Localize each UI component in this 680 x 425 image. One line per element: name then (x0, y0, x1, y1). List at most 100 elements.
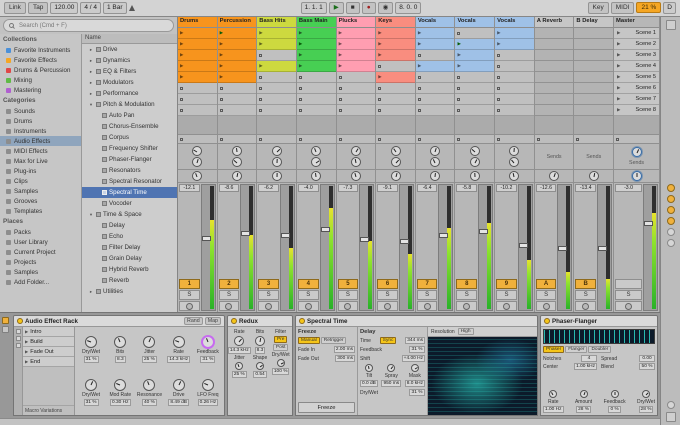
arm-button[interactable] (416, 301, 438, 311)
browser-file-utilities[interactable]: ▸ Utilities (82, 286, 177, 297)
show-track-delay-toggle[interactable] (666, 228, 675, 236)
sidebar-item-samples[interactable]: Samples (0, 186, 81, 196)
send-a-knob[interactable] (192, 145, 203, 156)
arm-button[interactable] (456, 301, 478, 311)
browser-file-performance[interactable]: ▸ Performance (82, 88, 177, 99)
browser-file-dynamics[interactable]: ▸ Dynamics (82, 55, 177, 66)
scene-slot[interactable]: ▶ Scene 4 (614, 61, 660, 72)
clip-launch-icon[interactable]: ▶ (378, 41, 381, 47)
clip-slot[interactable]: ▶ (495, 28, 534, 39)
volume-fader[interactable] (597, 184, 613, 311)
sidebar-item-drums-percussion[interactable]: Drums & Percussion (0, 65, 81, 75)
tilt-value[interactable]: 0.0 dB (360, 380, 378, 387)
sidebar-item-grooves[interactable]: Grooves (0, 196, 81, 206)
fade-out-value[interactable]: 300 ms (335, 355, 355, 362)
track-header[interactable]: Percussion (217, 17, 257, 28)
browser-file-eq-filters[interactable]: ▸ EQ & Filters (82, 66, 177, 77)
empty-clip-slot[interactable] (495, 83, 534, 94)
sidebar-item-add-folder[interactable]: Add Folder... (0, 277, 81, 287)
tap-tempo-button[interactable]: Tap (27, 2, 49, 14)
device-title-bar[interactable]: Phaser-Flanger (541, 316, 657, 327)
pan-knob[interactable] (509, 171, 520, 181)
clip-launch-icon[interactable]: ▶ (220, 30, 223, 36)
track-activator[interactable]: 2 (218, 279, 240, 289)
filter-pre-button[interactable]: Pre (273, 336, 288, 343)
pan-knob[interactable] (390, 171, 401, 181)
empty-clip-slot[interactable] (455, 28, 495, 39)
track-activator[interactable]: 4 (297, 279, 319, 289)
browser-file-spectral-resonator[interactable]: Spectral Resonator (82, 176, 177, 187)
macro-variations-header[interactable]: Macro Variations (23, 405, 74, 415)
clip-launch-icon[interactable]: ▶ (259, 63, 262, 69)
track-header[interactable]: Bass Main (296, 17, 336, 28)
scene-launch-icon[interactable]: ▶ (617, 74, 620, 80)
browser-file-auto-pan[interactable]: Auto Pan (82, 110, 177, 121)
empty-clip-slot[interactable] (376, 61, 415, 72)
track-header[interactable]: A Reverb (534, 17, 574, 28)
rack-chain-end[interactable]: ▶ End (23, 357, 74, 367)
browser-show-hide-toggle[interactable] (665, 412, 676, 422)
clip-launch-icon[interactable]: ▶ (220, 74, 223, 80)
arm-button[interactable] (179, 301, 200, 311)
sidebar-item-drums[interactable]: Drums (0, 116, 81, 126)
show-returns-toggle[interactable] (666, 206, 675, 214)
shape-value[interactable]: 0.54 (253, 371, 267, 378)
clip-slot[interactable]: ▶ (217, 50, 257, 61)
device-on-toggle[interactable] (17, 318, 23, 324)
volume-fader[interactable] (279, 184, 295, 311)
feedback-knob[interactable] (610, 390, 619, 398)
empty-clip-slot[interactable] (257, 50, 296, 61)
clip-launch-icon[interactable]: ▶ (299, 30, 302, 36)
clip-slot[interactable]: ▶ (178, 72, 217, 83)
key-map-button[interactable]: Key (587, 2, 609, 14)
stop-clips-button[interactable] (178, 135, 217, 144)
send-b-knob[interactable] (271, 157, 282, 168)
freeze-manual-button[interactable]: Manual (298, 337, 320, 344)
sidebar-item-clips[interactable]: Clips (0, 176, 81, 186)
chain-play-icon[interactable]: ▶ (25, 339, 28, 344)
track-activator[interactable]: B (575, 279, 597, 289)
macro-knob[interactable] (201, 336, 214, 349)
macro-knob[interactable] (85, 378, 98, 391)
scene-slot[interactable]: ▶ Scene 1 (614, 28, 660, 39)
clip-launch-icon[interactable]: ▶ (180, 41, 183, 47)
clip-launch-icon[interactable]: ▶ (180, 52, 183, 58)
device-title-bar[interactable]: Redux (228, 316, 292, 327)
empty-clip-slot[interactable] (178, 105, 217, 116)
browser-file-phaser-flanger[interactable]: Phaser-Flanger (82, 154, 177, 165)
send-b-knob[interactable] (430, 157, 441, 168)
empty-clip-slot[interactable] (455, 83, 495, 94)
empty-clip-slot[interactable] (534, 61, 574, 72)
volume-fader[interactable] (200, 184, 216, 311)
browser-file-spectral-time[interactable]: Spectral Time (82, 187, 177, 198)
clip-slot[interactable]: ▶ (178, 50, 217, 61)
play-button[interactable]: ▶ (328, 2, 344, 14)
macro-knob[interactable] (114, 336, 127, 349)
send-a-knob[interactable] (271, 145, 282, 156)
macro-knob[interactable] (114, 378, 127, 391)
volume-fader[interactable] (557, 184, 573, 311)
send-b-knob[interactable] (509, 157, 520, 168)
clip-slot[interactable]: ▶ (178, 61, 217, 72)
pan-knob[interactable] (311, 171, 322, 181)
empty-clip-slot[interactable] (296, 105, 336, 116)
device-on-toggle[interactable] (299, 318, 305, 324)
empty-clip-slot[interactable] (415, 72, 455, 83)
master-track-header[interactable]: Master (614, 17, 660, 28)
fader-handle[interactable] (280, 233, 290, 238)
empty-clip-slot[interactable] (495, 72, 534, 83)
clip-launch-icon[interactable]: ▶ (339, 30, 342, 36)
clip-launch-icon[interactable]: ▶ (339, 63, 342, 69)
rack-chain-intro[interactable]: ▶ Intro (23, 327, 74, 337)
solo-button[interactable]: S (179, 290, 200, 300)
solo-button[interactable]: S (258, 290, 279, 300)
fader-handle[interactable] (518, 243, 528, 248)
browser-list-header[interactable]: Name (82, 34, 177, 44)
clip-launch-icon[interactable]: ▶ (339, 52, 342, 58)
track-header[interactable]: Vocals (455, 17, 495, 28)
volume-fader[interactable] (643, 184, 659, 311)
rate-knob[interactable] (234, 336, 245, 346)
clip-launch-icon[interactable]: ▶ (180, 74, 183, 80)
scene-launch-icon[interactable]: ▶ (617, 107, 620, 113)
clip-launch-icon[interactable]: ▶ (220, 41, 223, 47)
